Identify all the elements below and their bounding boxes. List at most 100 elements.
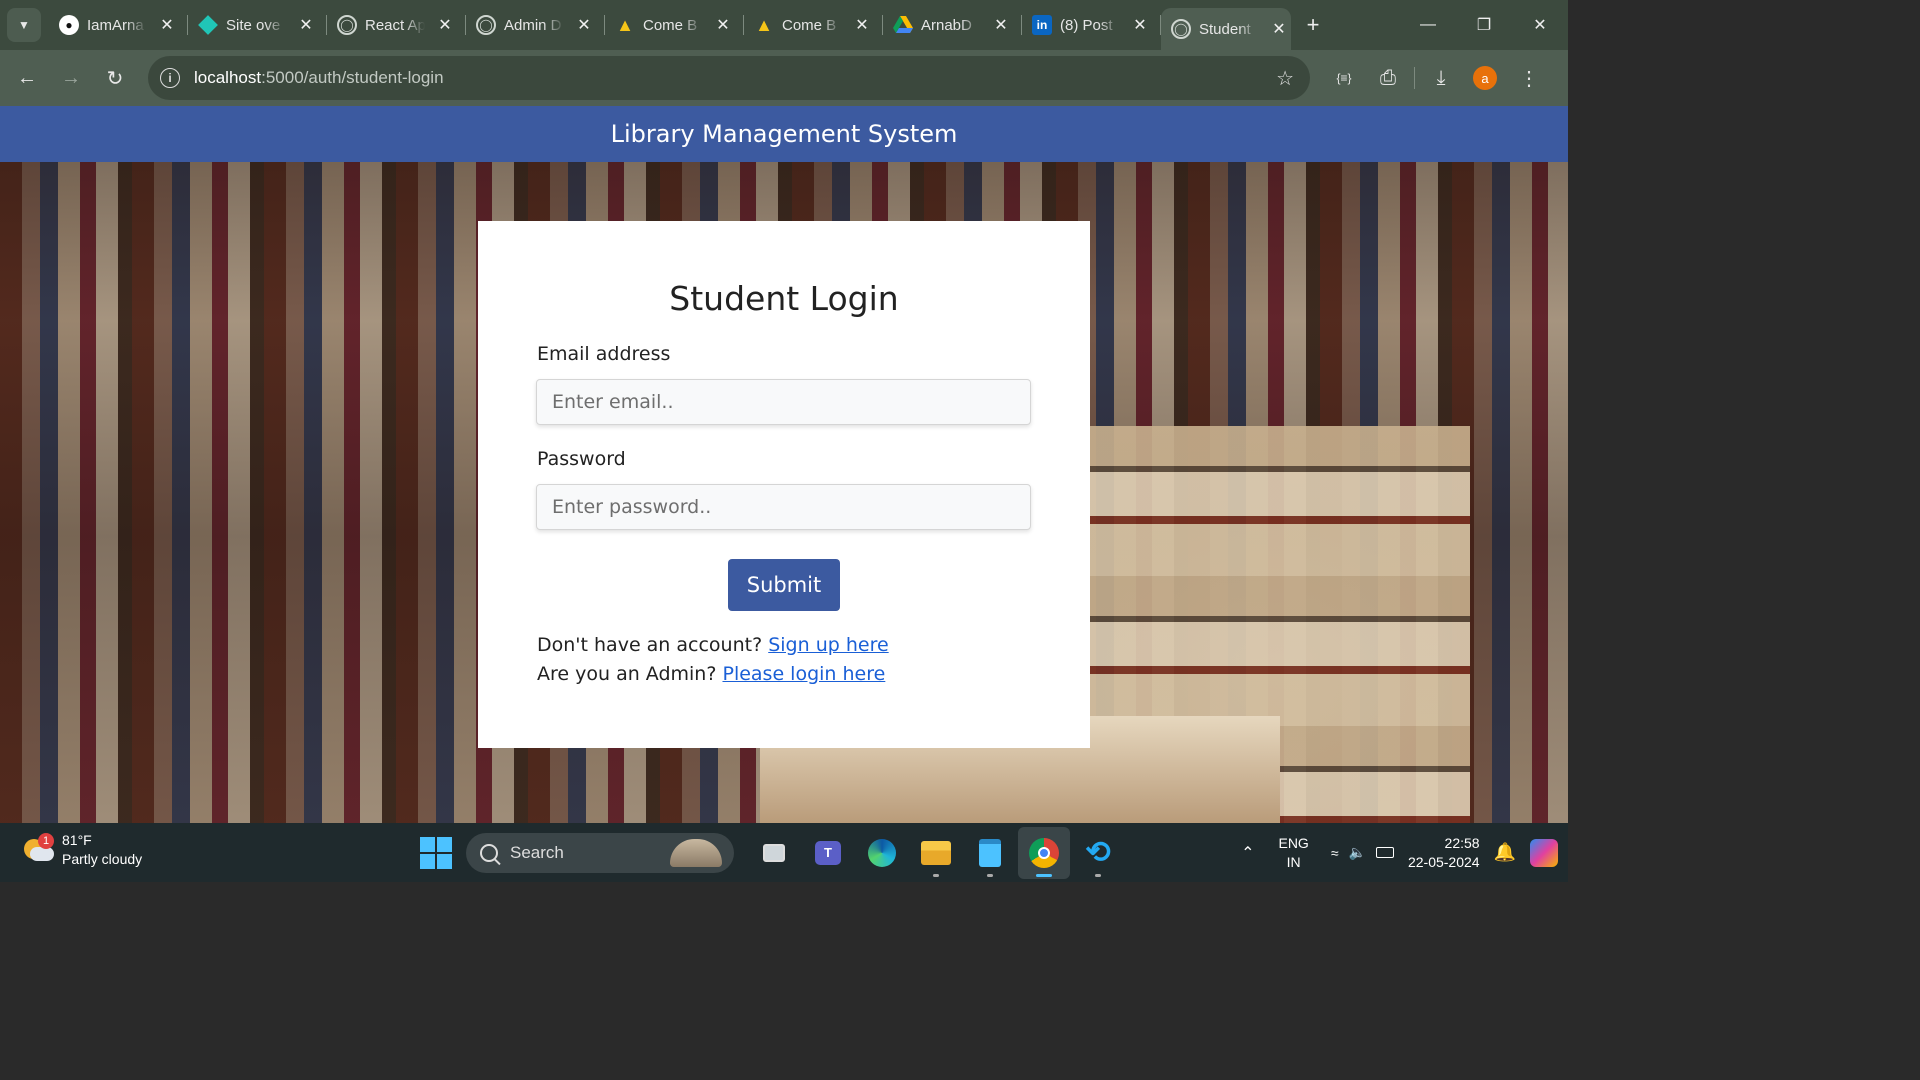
new-tab-button[interactable]: + xyxy=(1293,12,1333,38)
minimize-icon: — xyxy=(1420,16,1436,33)
minimize-button[interactable]: — xyxy=(1400,0,1456,50)
globe-icon: ◯ xyxy=(337,15,357,35)
email-field[interactable] xyxy=(536,379,1031,425)
download-icon[interactable]: ⤓ xyxy=(1419,56,1463,100)
tab-react-app[interactable]: ◯ React Ap ✕ xyxy=(327,0,466,50)
tab-come-b-1[interactable]: ▲ Come B ✕ xyxy=(605,0,744,50)
extension-json-icon[interactable]: {≡} xyxy=(1322,56,1366,100)
windows-start-icon[interactable] xyxy=(420,836,452,869)
tab-title: IamArna xyxy=(87,16,144,34)
arrow-left-icon: ← xyxy=(17,66,37,89)
teams-icon[interactable]: T xyxy=(802,827,854,879)
chrome-icon[interactable] xyxy=(1018,826,1070,879)
yellow-figure-icon: ▲ xyxy=(616,14,634,35)
notification-bell-icon[interactable]: 🔔 xyxy=(1494,842,1516,863)
tab-title: Student xyxy=(1199,20,1251,38)
restore-button[interactable]: ❐ xyxy=(1456,0,1512,50)
tab-come-b-2[interactable]: ▲ Come B ✕ xyxy=(744,0,883,50)
tab-search-button[interactable]: ▼ xyxy=(7,8,41,42)
globe-icon: ◯ xyxy=(476,15,496,35)
task-view-icon[interactable] xyxy=(748,827,800,879)
reload-button[interactable]: ↻ xyxy=(93,56,137,100)
admin-line: Are you an Admin? Please login here xyxy=(537,663,885,685)
tab-student-login[interactable]: ◯ Student ✕ xyxy=(1161,8,1291,50)
browser-toolbar: ← → ↻ i localhost:5000/auth/student-logi… xyxy=(0,50,1568,106)
partly-cloudy-icon: 1 xyxy=(20,833,54,865)
plus-icon: + xyxy=(1306,12,1320,37)
edge-icon[interactable] xyxy=(856,827,908,879)
admin-login-link[interactable]: Please login here xyxy=(722,663,885,685)
copilot-icon[interactable] xyxy=(1530,838,1558,867)
search-icon xyxy=(480,843,498,862)
reload-icon: ↻ xyxy=(106,67,124,90)
system-tray: ⌃ ENG IN ≈ 🔈 22:58 22-05-2024 🔔 xyxy=(1241,823,1568,882)
close-icon[interactable]: ✕ xyxy=(715,17,731,34)
password-field[interactable] xyxy=(536,484,1031,530)
avatar: a xyxy=(1473,66,1497,90)
page-viewport: Library Management System Student Login … xyxy=(0,106,1568,823)
tab-title: Admin D xyxy=(504,16,562,34)
google-drive-icon xyxy=(893,15,913,35)
notification-badge: 1 xyxy=(38,833,54,849)
url-text: localhost:5000/auth/student-login xyxy=(194,68,444,87)
tab-google-drive[interactable]: ArnabD ✕ xyxy=(883,0,1022,50)
tab-github[interactable]: ● IamArna ✕ xyxy=(49,0,188,50)
window-controls: — ❐ ✕ xyxy=(1400,0,1568,50)
notepad-icon[interactable] xyxy=(964,827,1016,879)
tab-netlify[interactable]: Site ove ✕ xyxy=(188,0,327,50)
login-card: Student Login Email address Password Sub… xyxy=(478,221,1090,748)
site-info-icon[interactable]: i xyxy=(160,68,180,88)
admin-prompt: Are you an Admin? xyxy=(537,663,717,685)
close-icon: ✕ xyxy=(1533,17,1547,34)
clock[interactable]: 22:58 22-05-2024 xyxy=(1408,834,1480,872)
file-explorer-icon[interactable] xyxy=(910,827,962,879)
close-icon[interactable]: ✕ xyxy=(437,17,453,34)
chevron-down-icon: ▼ xyxy=(18,18,30,32)
wifi-icon[interactable]: ≈ xyxy=(1331,845,1339,861)
window-close-button[interactable]: ✕ xyxy=(1512,0,1568,50)
arrow-right-icon: → xyxy=(61,66,81,89)
restore-icon: ❐ xyxy=(1476,17,1492,34)
address-bar[interactable]: i localhost:5000/auth/student-login ☆ xyxy=(148,56,1310,100)
github-icon: ● xyxy=(59,15,79,35)
close-icon[interactable]: ✕ xyxy=(1132,17,1148,34)
toolbar-divider xyxy=(1414,67,1415,89)
yellow-figure-icon: ▲ xyxy=(755,14,773,35)
tab-title: React Ap xyxy=(365,16,425,34)
app-header: Library Management System xyxy=(0,106,1568,162)
battery-icon[interactable] xyxy=(1375,845,1394,861)
extensions-puzzle-icon[interactable]: ⎙ xyxy=(1366,56,1410,100)
tab-strip: ▼ ● IamArna ✕ Site ove ✕ ◯ React Ap ✕ ◯ … xyxy=(0,0,1568,50)
weather-widget[interactable]: 1 81°F Partly cloudy xyxy=(20,831,142,869)
taskbar-apps: Search T ⟲ xyxy=(420,823,1124,882)
tab-title: Site ove xyxy=(226,16,281,34)
submit-button[interactable]: Submit xyxy=(728,559,840,611)
signup-line: Don't have an account? Sign up here xyxy=(537,634,889,656)
volume-icon[interactable]: 🔈 xyxy=(1349,844,1366,861)
language-indicator[interactable]: ENG IN xyxy=(1278,834,1308,872)
taskbar-search[interactable]: Search xyxy=(466,832,734,873)
close-icon[interactable]: ✕ xyxy=(298,17,314,34)
more-menu-icon[interactable]: ⋮ xyxy=(1507,56,1551,100)
signup-link[interactable]: Sign up here xyxy=(768,634,888,656)
back-button[interactable]: ← xyxy=(5,56,49,100)
close-icon[interactable]: ✕ xyxy=(576,17,592,34)
signup-prompt: Don't have an account? xyxy=(537,634,763,656)
chevron-up-icon[interactable]: ⌃ xyxy=(1241,843,1254,863)
tab-linkedin[interactable]: in (8) Post ✕ xyxy=(1022,0,1161,50)
forward-button[interactable]: → xyxy=(49,56,93,100)
tab-title: Come B xyxy=(643,16,698,34)
close-icon[interactable]: ✕ xyxy=(159,17,175,34)
bookmark-star-icon[interactable]: ☆ xyxy=(1276,66,1294,91)
close-icon[interactable]: ✕ xyxy=(1271,21,1287,38)
password-label: Password xyxy=(537,448,626,470)
profile-avatar-button[interactable]: a xyxy=(1463,56,1507,100)
close-icon[interactable]: ✕ xyxy=(854,17,870,34)
globe-icon: ◯ xyxy=(1171,19,1191,39)
close-icon[interactable]: ✕ xyxy=(993,17,1009,34)
vscode-icon[interactable]: ⟲ xyxy=(1072,827,1124,879)
netlify-icon xyxy=(198,15,218,35)
taskbar: 1 81°F Partly cloudy Search T ⟲ ⌃ ENG IN… xyxy=(0,823,1568,882)
tab-admin[interactable]: ◯ Admin D ✕ xyxy=(466,0,605,50)
clock-time: 22:58 xyxy=(1444,834,1480,851)
